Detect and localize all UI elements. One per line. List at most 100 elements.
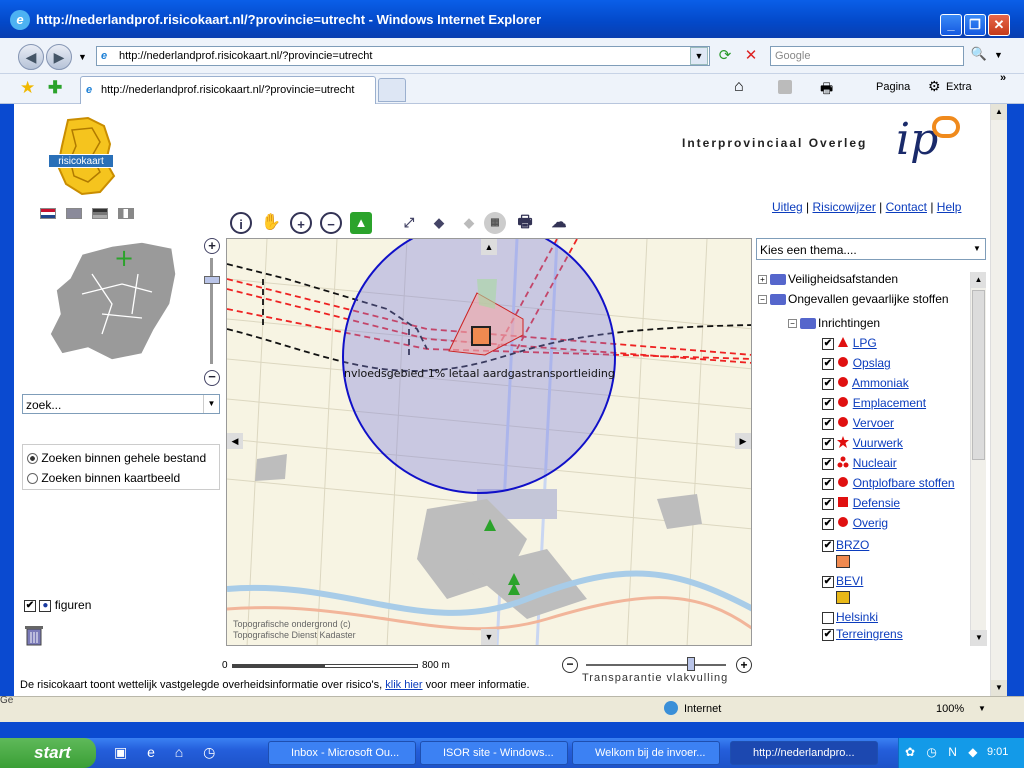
legend-item-checkbox[interactable]: ✔ (822, 437, 834, 450)
nav-dropdown-icon[interactable]: ▼ (78, 52, 87, 62)
legend-item-label[interactable]: Vuurwerk (853, 436, 903, 450)
tray-icons[interactable]: ✿ ◷ N ◆ (905, 745, 981, 759)
feeds-icon[interactable] (778, 80, 792, 94)
legend-item[interactable]: ✔ Vervoer (822, 416, 894, 431)
legend-item-checkbox[interactable]: ✔ (822, 517, 834, 530)
restore-button[interactable]: ❐ (964, 14, 986, 36)
legend-item-label[interactable]: Nucleair (853, 456, 897, 470)
legend-item-checkbox[interactable]: ✔ (822, 337, 834, 350)
address-dropdown-button[interactable]: ▼ (690, 47, 708, 65)
figuren-visible-icon[interactable]: ● (39, 599, 52, 612)
legend-item[interactable]: ✔ Ontplofbare stoffen (822, 476, 955, 491)
legend-item-label[interactable]: Ontplofbare stoffen (853, 476, 955, 490)
legend-item-label[interactable]: Vervoer (853, 416, 894, 430)
legend-item-checkbox[interactable]: ✔ (822, 417, 834, 430)
transparency-track[interactable] (586, 664, 726, 666)
task-welkom[interactable]: Welkom bij de invoer... (572, 741, 720, 765)
expander-icon[interactable]: − (788, 319, 797, 329)
pan-right-icon[interactable]: ▶ (735, 433, 751, 449)
legend-item-label[interactable]: Defensie (853, 496, 900, 510)
add-favorite-icon[interactable]: ✚ (48, 78, 62, 98)
pan-up-icon[interactable]: ▲ (481, 239, 497, 255)
legend-item-label[interactable]: Opslag (853, 356, 891, 370)
zoom-level[interactable]: 100% (936, 703, 964, 715)
more-chevron-icon[interactable]: » (1000, 72, 1006, 84)
legend-item-label[interactable]: LPG (853, 336, 877, 350)
address-input[interactable]: e http://nederlandprof.risicokaart.nl/?p… (96, 46, 710, 66)
pan-hand-icon[interactable]: ✋ (260, 212, 282, 234)
grid-icon[interactable]: ▦ (484, 212, 506, 234)
legend-extra[interactable]: ✔ Terreingrens (822, 627, 903, 641)
legend-item-label[interactable]: Overig (853, 516, 888, 530)
legend-item[interactable]: ✔ Nucleair (822, 456, 897, 471)
zoom-in-icon[interactable]: + (204, 238, 220, 254)
legend-extra-checkbox[interactable]: ✔ (822, 628, 834, 641)
legend-item[interactable]: ✔ Emplacement (822, 396, 926, 411)
page-scrollbar[interactable]: ▲ ▼ (990, 104, 1007, 696)
full-extent-icon[interactable]: ⤢ (398, 212, 420, 234)
footer-link[interactable]: klik hier (385, 679, 422, 691)
legend-group[interactable]: + Veiligheidsafstanden (758, 272, 898, 286)
cloud-icon[interactable]: ☁ (548, 212, 570, 234)
link-risicowijzer[interactable]: Risicowijzer (812, 200, 875, 214)
forward-button[interactable]: ▶ (46, 44, 72, 70)
legend-extra-checkbox[interactable]: ✔ (822, 539, 834, 552)
flag-fr-icon[interactable] (118, 208, 134, 219)
legend-item[interactable]: ✔ Vuurwerk (822, 436, 903, 451)
transparency-minus-icon[interactable]: − (562, 657, 578, 673)
theme-select[interactable]: Kies een thema.... ▼ (756, 238, 986, 260)
chevron-down-icon[interactable]: ▼ (203, 395, 219, 413)
link-help[interactable]: Help (937, 200, 962, 214)
legend-item-checkbox[interactable]: ✔ (822, 497, 834, 510)
task-isor[interactable]: ISOR site - Windows... (420, 741, 568, 765)
legend-item-label[interactable]: Ammoniak (852, 376, 909, 390)
legend-item[interactable]: ✔ Defensie (822, 496, 900, 511)
zoom-chevron-down-icon[interactable]: ▼ (978, 704, 986, 713)
print-icon[interactable]: 🖶 (820, 78, 833, 102)
search-options-icon[interactable]: ▼ (994, 50, 1003, 60)
legend-item[interactable]: ✔ Ammoniak (822, 376, 909, 391)
legend-item-checkbox[interactable]: ✔ (822, 397, 834, 410)
search-combo[interactable]: zoek... ▼ (22, 394, 220, 414)
legend-item-label[interactable]: Emplacement (853, 396, 926, 410)
legend-extra-label[interactable]: Helsinki (836, 610, 878, 624)
legend-extra-checkbox[interactable]: ✔ (822, 575, 834, 588)
page-menu[interactable]: Pagina (876, 81, 910, 93)
legend-item-checkbox[interactable]: ✔ (822, 457, 834, 470)
pan-down-icon[interactable]: ▼ (481, 629, 497, 645)
main-map[interactable]: nvloedsgebied 1% letaal aardgastransport… (226, 238, 752, 646)
radio-map-view[interactable]: Zoeken binnen kaartbeeld (27, 471, 180, 485)
gear-icon[interactable]: ⚙ (928, 78, 941, 95)
refresh-button[interactable]: ⟳ (714, 46, 736, 66)
favorites-star-icon[interactable]: ★ (20, 78, 35, 98)
previous-extent-icon[interactable]: ◆ (428, 212, 450, 234)
expander-icon[interactable]: + (758, 275, 767, 285)
print-map-icon[interactable]: 🖶 (514, 212, 536, 234)
search-input[interactable]: Google (770, 46, 964, 66)
overview-map[interactable]: + (42, 234, 192, 364)
zoom-out-icon[interactable]: − (204, 370, 220, 386)
home-icon[interactable]: ⌂ (734, 78, 744, 96)
figuren-checkbox[interactable]: ✔ (24, 599, 36, 612)
tab-risicokaart[interactable]: e http://nederlandprof.risicokaart.nl/?p… (80, 76, 376, 104)
transparency-plus-icon[interactable]: + (736, 657, 752, 673)
legend-item[interactable]: ✔ LPG (822, 336, 877, 351)
stop-button[interactable]: ✕ (740, 46, 762, 66)
theme-chevron-down-icon[interactable]: ▼ (969, 239, 985, 259)
legend-extra-label[interactable]: BRZO (836, 538, 869, 552)
radio-whole-file[interactable]: Zoeken binnen gehele bestand (27, 451, 206, 465)
flag-de-icon[interactable] (92, 208, 108, 219)
trash-icon[interactable] (24, 624, 44, 646)
zoom-track[interactable] (210, 258, 213, 364)
legend-item-checkbox[interactable]: ✔ (822, 357, 834, 370)
new-tab-button[interactable] (378, 78, 406, 102)
flag-uk-icon[interactable] (66, 208, 82, 219)
legend-subgroup[interactable]: − Inrichtingen (788, 316, 880, 330)
link-uitleg[interactable]: Uitleg (772, 200, 803, 214)
start-button[interactable]: start (0, 738, 96, 768)
legend-scrollbar[interactable]: ▲ ▼ (970, 272, 987, 646)
expander-icon[interactable]: − (758, 295, 767, 305)
legend-extra-checkbox[interactable] (822, 611, 834, 624)
task-risicokaart[interactable]: http://nederlandpro... (730, 741, 878, 765)
legend-extra[interactable]: ✔ BRZO (822, 538, 869, 552)
